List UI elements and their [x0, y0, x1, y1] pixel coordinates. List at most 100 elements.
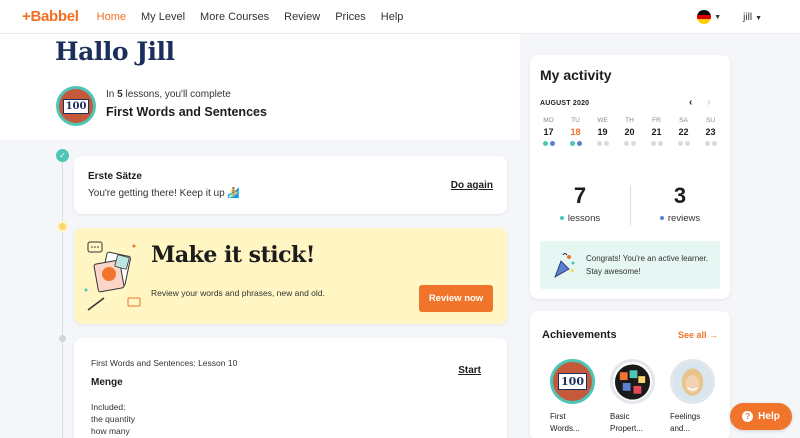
reviews-dot-icon: [659, 216, 664, 221]
activity-title: My activity: [540, 67, 612, 83]
user-caret-icon: ▼: [755, 14, 762, 22]
smiling-woman-photo: [670, 359, 715, 404]
calendar-day[interactable]: TU 18: [562, 117, 589, 146]
week-days: MO 17 TU 18 WE 19 TH 20 FR 21 SA 22 SU 23: [535, 117, 725, 146]
activity-dot: [576, 141, 582, 146]
reviews-count: 3: [673, 183, 687, 208]
day-date: 18: [570, 127, 581, 137]
achievement-label: Feelings and...: [670, 411, 720, 435]
badge-100-icon: 100: [550, 359, 595, 404]
progress-text: In 5 lessons, you'll complete: [106, 89, 231, 100]
nav-right: ▼ jill ▼: [697, 10, 762, 24]
review-now-button[interactable]: Review now: [419, 285, 493, 312]
timeline-line: [62, 160, 63, 438]
chevron-left-icon[interactable]: ‹: [689, 97, 692, 108]
calendar-day[interactable]: MO 17: [535, 117, 562, 146]
review-card: Make it stick! Review your words and phr…: [74, 228, 507, 324]
help-button[interactable]: ? Help: [730, 403, 792, 430]
language-caret-icon[interactable]: ▼: [714, 14, 721, 21]
calendar-day[interactable]: TH 20: [616, 117, 643, 146]
day-name: TH: [625, 117, 634, 124]
achievement-basic-properties[interactable]: Basic Propert...: [610, 359, 660, 435]
achievements-card: Achievements See all → 100 First Words...…: [530, 311, 730, 438]
lesson-subtitle: You're getting there! Keep it up 🏄: [88, 188, 240, 199]
achievement-label-line1: First: [550, 412, 566, 421]
nav-my-level[interactable]: My Level: [141, 11, 185, 23]
activity-dot: [684, 141, 690, 146]
reviews-label: reviews: [667, 213, 701, 224]
progress-suffix: lessons, you'll complete: [122, 89, 231, 100]
review-subtitle: Review your words and phrases, new and o…: [151, 288, 325, 298]
badge-number: 100: [62, 98, 90, 114]
course-badge-icon: 100: [56, 86, 96, 126]
nav-home[interactable]: Home: [97, 11, 126, 23]
day-date: 20: [624, 127, 635, 137]
achievement-feelings[interactable]: Feelings and...: [670, 359, 720, 435]
achievement-label-line1: Basic: [610, 412, 630, 421]
babbel-logo[interactable]: +Babbel: [22, 8, 79, 25]
achievement-label: Basic Propert...: [610, 411, 660, 435]
included-item: how many: [91, 426, 130, 436]
activity-dot: [542, 141, 548, 146]
day-date: 19: [597, 127, 608, 137]
nav-more-courses[interactable]: More Courses: [200, 11, 269, 23]
help-label: Help: [758, 411, 780, 422]
achievement-label-line2: Words...: [550, 424, 580, 433]
day-date: 23: [705, 127, 716, 137]
flashcards-illustration-icon: [84, 241, 141, 311]
activity-dot: [650, 141, 656, 146]
calendar-day[interactable]: FR 21: [643, 117, 670, 146]
nav-help[interactable]: Help: [381, 11, 404, 23]
day-date: 22: [678, 127, 689, 137]
included-label: Included:: [91, 402, 126, 412]
achievements-title: Achievements: [542, 329, 617, 341]
completed-lesson-card: Erste Sätze You're getting there! Keep i…: [74, 156, 507, 214]
see-all-link[interactable]: See all →: [678, 330, 718, 340]
achievement-label-line1: Feelings: [670, 412, 701, 421]
activity-dot: [677, 141, 683, 146]
activity-dot: [596, 141, 602, 146]
day-name: TU: [571, 117, 580, 124]
activity-dots: [616, 141, 643, 146]
german-flag-icon[interactable]: [697, 10, 712, 24]
nav-prices[interactable]: Prices: [335, 11, 366, 23]
achievement-label: First Words...: [550, 411, 600, 435]
day-name: MO: [543, 117, 554, 124]
activity-dots: [589, 141, 616, 146]
day-name: SA: [679, 117, 688, 124]
progress-prefix: In: [106, 89, 118, 100]
congrats-text: Congrats! You're an active learner. Stay…: [586, 254, 709, 276]
activity-dots: [643, 141, 670, 146]
nav-links: Home My Level More Courses Review Prices…: [97, 11, 419, 23]
calendar-day[interactable]: SU 23: [697, 117, 724, 146]
activity-dots: [670, 141, 697, 146]
review-title: Make it stick!: [151, 242, 315, 268]
greeting-title: Hallo Jill: [55, 37, 175, 66]
calendar-day[interactable]: WE 19: [589, 117, 616, 146]
activity-dot: [630, 141, 636, 146]
nav-review[interactable]: Review: [284, 11, 320, 23]
achievement-badge-number: 100: [558, 373, 587, 390]
chevron-right-icon[interactable]: ›: [707, 97, 710, 108]
achievement-label-line2: and...: [670, 424, 691, 433]
timeline-dot-review: [57, 221, 68, 232]
start-lesson-link[interactable]: Start: [458, 365, 481, 376]
included-item: the quantity: [91, 414, 135, 424]
included-list: Included: the quantity how many: [91, 401, 135, 437]
activity-dot: [704, 141, 710, 146]
do-again-link[interactable]: Do again: [451, 180, 493, 191]
activity-dot: [569, 141, 575, 146]
activity-dots: [697, 141, 724, 146]
reviews-stat: 3 reviews: [630, 183, 730, 227]
lessons-label: lessons: [567, 213, 601, 224]
congrats-banner: Congrats! You're an active learner. Stay…: [540, 241, 720, 289]
calendar-day[interactable]: SA 22: [670, 117, 697, 146]
activity-dot: [623, 141, 629, 146]
day-name: SU: [705, 117, 716, 124]
user-menu[interactable]: jill ▼: [743, 12, 762, 23]
next-lesson-title: Menge: [91, 377, 123, 388]
achievement-first-words[interactable]: 100 First Words...: [550, 359, 600, 435]
activity-dot: [657, 141, 663, 146]
activity-month: AUGUST 2020: [540, 100, 590, 107]
activity-dots: [562, 141, 589, 146]
